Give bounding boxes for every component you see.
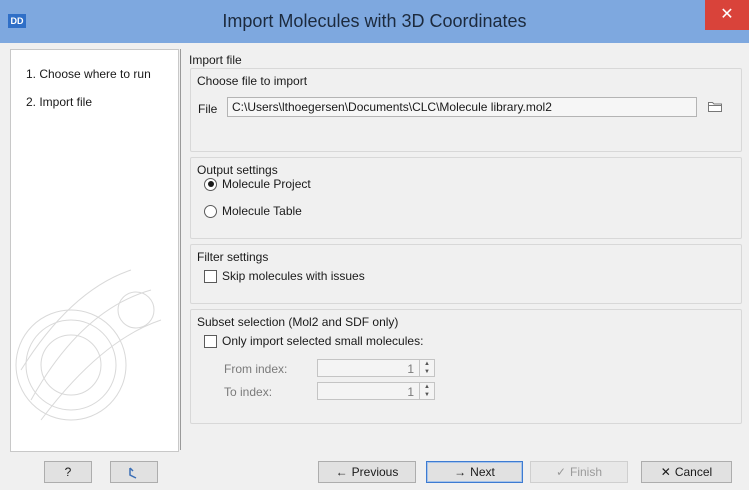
wizard-steps-panel: 1. Choose where to run 2. Import file [10,49,179,452]
skip-molecules-label: Skip molecules with issues [222,269,365,283]
content-panel: Import file Choose file to import File O… [180,49,744,450]
file-path-input[interactable] [227,97,697,117]
filter-settings-title: Filter settings [197,250,269,264]
from-index-stepper[interactable]: ▲ ▼ [419,360,434,376]
previous-label: Previous [351,465,399,479]
only-import-selected-checkbox[interactable] [204,334,217,348]
decorative-swirl-image [15,269,162,421]
dialog-title: Import Molecules with 3D Coordinates [222,11,527,31]
subset-selection-title: Subset selection (Mol2 and SDF only) [197,315,399,329]
reset-icon [129,467,137,479]
molecule-project-label: Molecule Project [222,177,311,191]
to-index-stepper[interactable]: ▲ ▼ [419,383,434,399]
to-index-up-icon[interactable]: ▲ [420,383,434,391]
title-bar: DD Import Molecules with 3D Coordinates … [0,0,749,43]
reset-button[interactable] [110,461,158,483]
to-index-label: To index: [224,385,273,399]
help-button[interactable]: ? [44,461,92,483]
from-index-up-icon[interactable]: ▲ [420,360,434,368]
output-settings-title: Output settings [197,163,278,177]
import-dialog: DD Import Molecules with 3D Coordinates … [0,0,749,490]
molecule-project-radio[interactable] [204,177,217,191]
filter-settings-group: Filter settings Skip molecules with issu… [190,244,742,304]
output-settings-group: Output settings Molecule Project Molecul… [190,157,742,239]
to-index-down-icon[interactable]: ▼ [420,391,434,399]
next-button[interactable]: → Next [426,461,523,483]
file-label: File [198,102,218,116]
from-index-value: 1 [407,362,414,376]
from-index-spinner[interactable]: 1 ▲ ▼ [317,359,435,377]
arrow-right-icon: → [454,465,467,479]
checkmark-icon: ✓ [555,465,567,479]
molecule-project-option[interactable]: Molecule Project [204,176,311,192]
molecule-table-radio[interactable] [204,204,217,218]
choose-file-group: Choose file to import File [190,68,742,152]
only-import-selected-option[interactable]: Only import selected small molecules: [204,333,423,349]
previous-button[interactable]: ← Previous [318,461,416,483]
next-label: Next [470,465,495,479]
molecule-table-label: Molecule Table [222,204,302,218]
finish-label: Finish [570,465,603,479]
skip-molecules-checkbox[interactable] [204,269,217,283]
step-choose-where-to-run[interactable]: 1. Choose where to run [26,67,151,81]
arrow-left-icon: ← [335,465,348,479]
finish-button[interactable]: ✓ Finish [530,461,628,483]
step-import-file[interactable]: 2. Import file [26,95,92,109]
molecule-table-option[interactable]: Molecule Table [204,203,302,219]
cancel-button[interactable]: ✕ Cancel [641,461,732,483]
cancel-x-icon: ✕ [660,465,671,479]
to-index-value: 1 [407,385,414,399]
close-button[interactable]: ✕ [705,0,749,30]
skip-molecules-option[interactable]: Skip molecules with issues [204,268,365,284]
cancel-label: Cancel [674,465,713,479]
to-index-spinner[interactable]: 1 ▲ ▼ [317,382,435,400]
section-title: Import file [189,53,242,67]
only-import-selected-label: Only import selected small molecules: [222,334,424,348]
from-index-down-icon[interactable]: ▼ [420,368,434,376]
choose-file-title: Choose file to import [197,74,308,88]
from-index-label: From index: [224,362,288,376]
subset-selection-group: Subset selection (Mol2 and SDF only) Onl… [190,309,742,424]
folder-icon[interactable] [708,101,722,112]
